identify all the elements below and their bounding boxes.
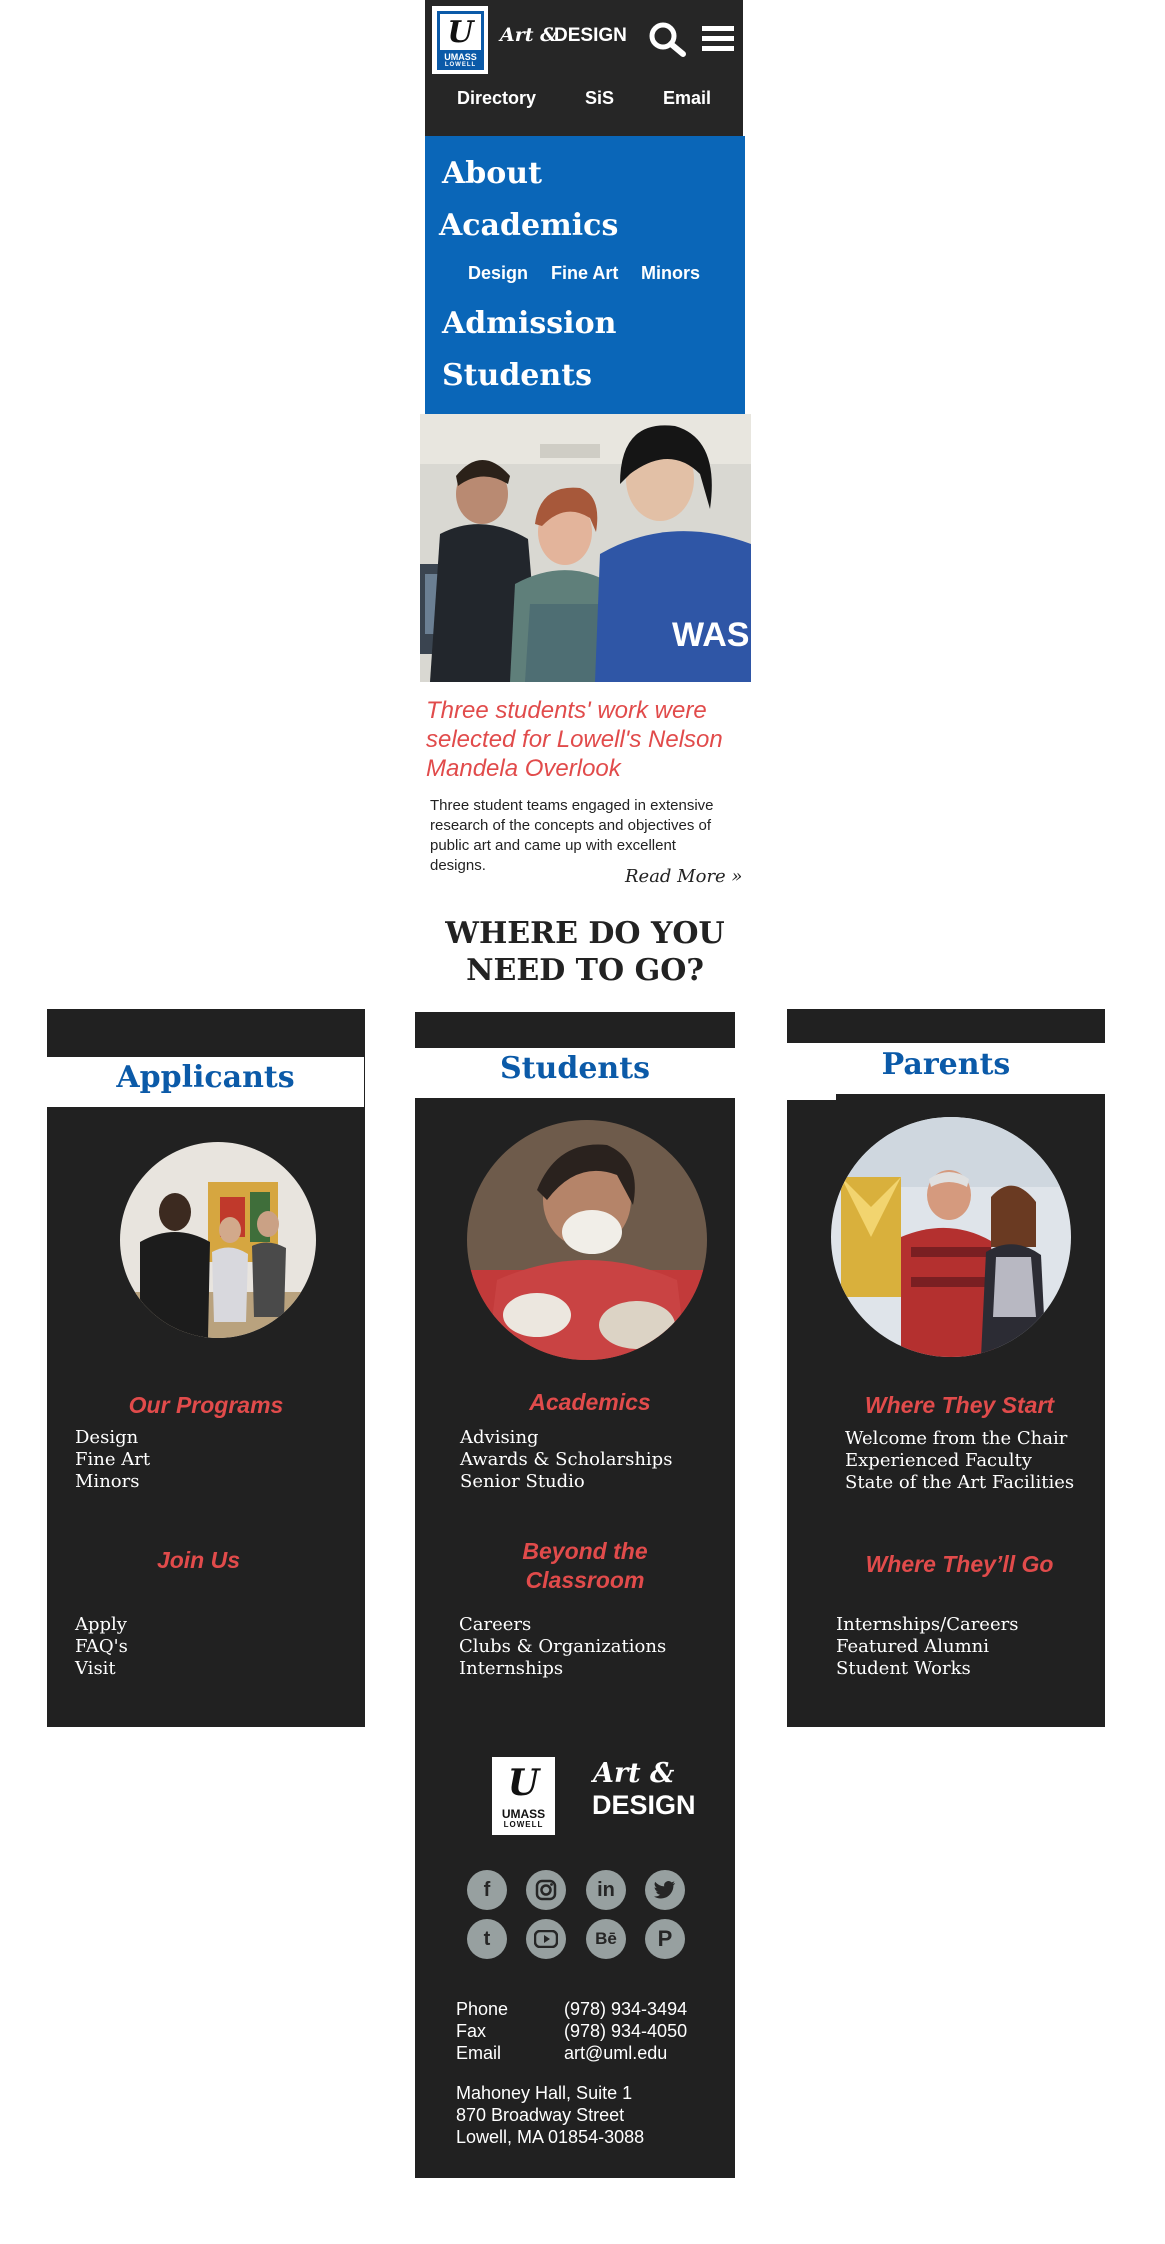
students-top-bar — [415, 1012, 735, 1048]
applicants-section1-heading[interactable]: Our Programs — [47, 1392, 365, 1419]
section-heading-where: WHERE DO YOU NEED TO GO? — [445, 916, 725, 988]
applicants-section2-heading[interactable]: Join Us — [47, 1547, 350, 1574]
students-academics-list: Advising Awards & Scholarships Senior St… — [460, 1427, 730, 1493]
youtube-icon[interactable] — [526, 1919, 566, 1959]
list-item[interactable]: Fine Art — [75, 1449, 355, 1471]
header-link-email[interactable]: Email — [663, 88, 711, 109]
students-photo — [467, 1120, 707, 1360]
news-headline[interactable]: Three students' work were selected for L… — [426, 696, 746, 783]
parents-go-list: Internships/Careers Featured Alumni Stud… — [836, 1614, 1101, 1680]
brand-art: Art & — [500, 24, 558, 46]
footer-logo-subtext: LOWELL — [503, 1820, 544, 1829]
address-line: 870 Broadway Street — [456, 2105, 625, 2125]
search-icon[interactable] — [647, 20, 687, 60]
list-item[interactable]: Minors — [75, 1471, 355, 1493]
list-item[interactable]: Awards & Scholarships — [460, 1449, 730, 1471]
svg-text:WAS: WAS — [672, 616, 749, 654]
phone-label: Phone — [456, 1999, 509, 2019]
read-more-link[interactable]: Read More » — [625, 866, 742, 887]
phone-value[interactable]: (978) 934-3494 — [564, 1998, 687, 2020]
instagram-icon[interactable] — [526, 1870, 566, 1910]
logo-text: UMASS — [444, 52, 477, 62]
umass-lowell-logo[interactable]: U UMASS LOWELL — [432, 6, 488, 74]
parents-section2-heading[interactable]: Where They’ll Go — [787, 1551, 1132, 1578]
footer-brand-art: Art & — [593, 1758, 675, 1789]
list-item[interactable]: Featured Alumni — [836, 1636, 1101, 1658]
list-item[interactable]: Internships/Careers — [836, 1614, 1101, 1636]
menu-subitem-design[interactable]: Design — [468, 263, 528, 284]
list-item[interactable]: Clubs & Organizations — [459, 1636, 729, 1658]
fax-value: (978) 934-4050 — [564, 2021, 688, 2041]
menu-subitem-minors[interactable]: Minors — [641, 263, 700, 284]
menu-item-students[interactable]: Students — [442, 358, 592, 393]
applicants-join-list: Apply FAQ's Visit — [75, 1614, 355, 1680]
list-item[interactable]: Experienced Faculty — [845, 1450, 1100, 1472]
applicants-programs-list: Design Fine Art Minors — [75, 1427, 355, 1493]
applicants-title[interactable]: Applicants — [47, 1060, 364, 1095]
fax-label: Fax — [456, 2021, 487, 2041]
list-item[interactable]: Apply — [75, 1614, 355, 1636]
brand-design: DESIGN — [554, 25, 627, 46]
list-item[interactable]: Senior Studio — [460, 1471, 730, 1493]
students-section2-heading[interactable]: Beyond the Classroom — [510, 1537, 660, 1595]
header-link-sis[interactable]: SiS — [585, 88, 614, 109]
list-item[interactable]: Student Works — [836, 1658, 1101, 1680]
list-item[interactable]: Welcome from the Chair — [845, 1428, 1100, 1450]
footer-brand-design: DESIGN — [592, 1790, 696, 1820]
header-link-directory[interactable]: Directory — [457, 88, 536, 109]
students-title[interactable]: Students — [415, 1051, 735, 1086]
list-item[interactable]: Design — [75, 1427, 355, 1449]
list-item[interactable]: State of the Art Facilities — [845, 1472, 1100, 1494]
list-item[interactable]: Advising — [460, 1427, 730, 1449]
parents-section1-heading[interactable]: Where They Start — [787, 1392, 1132, 1419]
address-line: Mahoney Hall, Suite 1 — [456, 2083, 633, 2103]
news-summary: Three student teams engaged in extensive… — [430, 797, 714, 874]
pinterest-icon[interactable]: P — [645, 1919, 685, 1959]
logo-subtext: LOWELL — [444, 62, 477, 68]
students-beyond-list: Careers Clubs & Organizations Internship… — [459, 1614, 729, 1680]
parents-photo — [831, 1117, 1071, 1357]
students-section1-heading[interactable]: Academics — [415, 1389, 765, 1416]
contact-labels: Phone Fax Email — [456, 1998, 508, 2064]
applicants-photo — [120, 1142, 316, 1338]
footer-logo-text: UMASS — [501, 1807, 546, 1821]
menu-subitem-fine-art[interactable]: Fine Art — [551, 263, 618, 284]
contact-values: (978) 934-3494 (978) 934-4050 art@uml.ed… — [564, 1998, 687, 2064]
email-label: Email — [456, 2043, 502, 2063]
menu-item-about[interactable]: About — [442, 156, 542, 191]
parents-title[interactable]: Parents — [787, 1047, 1105, 1082]
hero-photo[interactable]: WAS — [420, 414, 751, 682]
menu-item-academics[interactable]: Academics — [439, 208, 618, 243]
parents-start-list: Welcome from the Chair Experienced Facul… — [845, 1428, 1100, 1494]
linkedin-icon[interactable]: in — [586, 1870, 626, 1910]
behance-icon[interactable]: Bē — [586, 1919, 626, 1959]
email-value[interactable]: art@uml.edu — [564, 2042, 687, 2064]
address-line: Lowell, MA 01854-3088 — [456, 2127, 645, 2147]
address: Mahoney Hall, Suite 1 870 Broadway Stree… — [456, 2082, 644, 2148]
facebook-icon[interactable]: f — [467, 1870, 507, 1910]
list-item[interactable]: FAQ's — [75, 1636, 355, 1658]
list-item[interactable]: Internships — [459, 1658, 729, 1680]
footer-umass-logo[interactable]: U UMASS LOWELL — [492, 1757, 555, 1835]
tumblr-icon[interactable]: t — [467, 1919, 507, 1959]
hamburger-menu-icon[interactable] — [700, 24, 736, 54]
list-item[interactable]: Visit — [75, 1658, 355, 1680]
menu-item-admission[interactable]: Admission — [442, 306, 616, 341]
list-item[interactable]: Careers — [459, 1614, 729, 1636]
parents-top-bar — [787, 1009, 1105, 1043]
twitter-icon[interactable] — [645, 1870, 685, 1910]
